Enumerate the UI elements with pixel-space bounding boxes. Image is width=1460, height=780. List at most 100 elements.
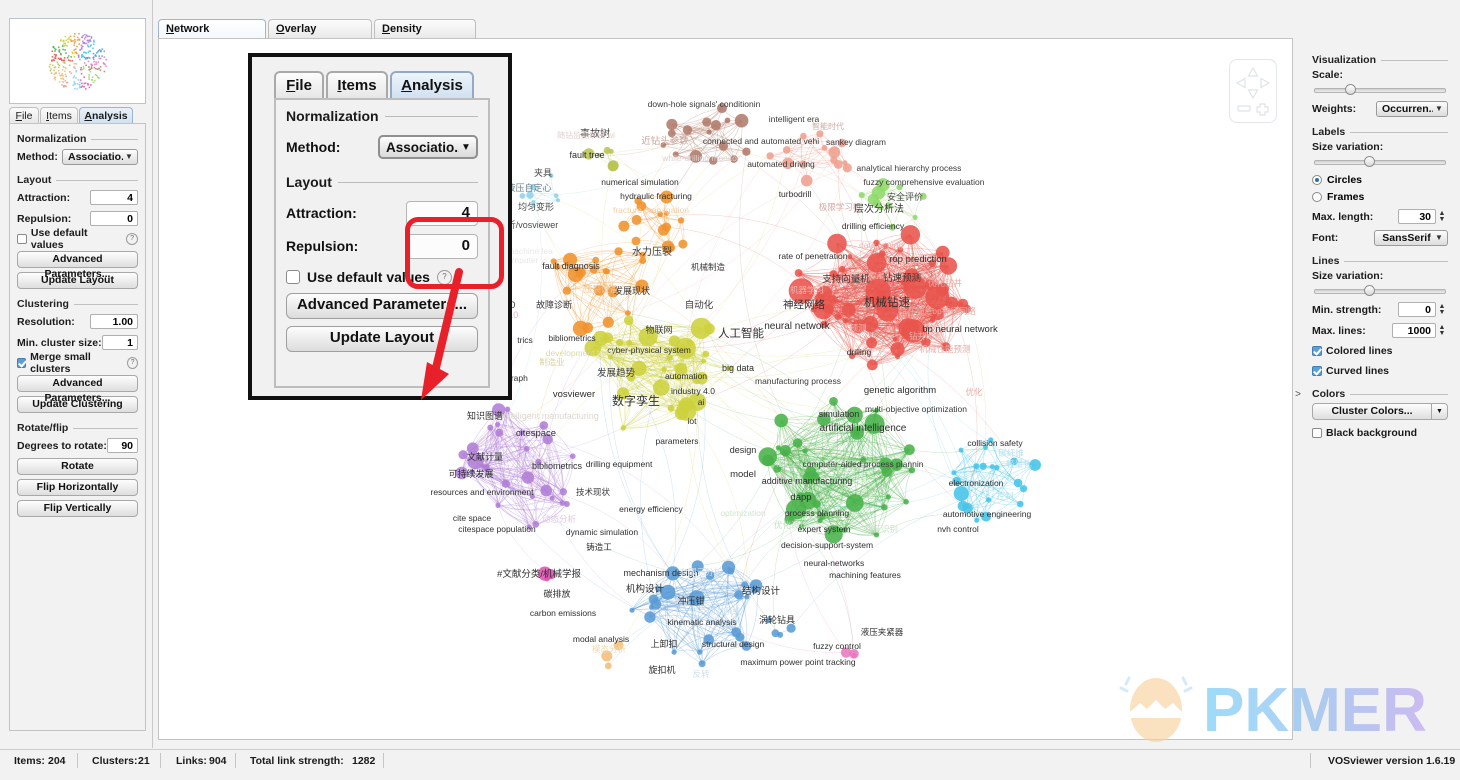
resolution-input[interactable]: 1.00 bbox=[90, 314, 138, 329]
min-cluster-size-input[interactable]: 1 bbox=[101, 335, 138, 350]
row-black-background[interactable]: Black background bbox=[1312, 425, 1448, 441]
tab-network-visualization[interactable]: Network Visualization bbox=[158, 19, 266, 53]
map-node[interactable] bbox=[667, 404, 675, 412]
lines-size-variation-slider[interactable] bbox=[1312, 284, 1448, 296]
map-node[interactable] bbox=[631, 236, 641, 246]
map-node[interactable] bbox=[629, 607, 635, 613]
slider-knob[interactable] bbox=[1364, 285, 1375, 296]
map-node[interactable] bbox=[761, 454, 774, 467]
colored-lines-checkbox[interactable] bbox=[1312, 346, 1322, 356]
map-node[interactable] bbox=[618, 220, 630, 232]
map-node[interactable] bbox=[666, 118, 678, 131]
map-node[interactable] bbox=[603, 146, 611, 155]
map-node[interactable] bbox=[781, 449, 788, 457]
map-node[interactable] bbox=[495, 428, 504, 437]
map-node[interactable] bbox=[858, 192, 865, 199]
row-circles[interactable]: Circles bbox=[1312, 172, 1448, 187]
row-curved-lines[interactable]: Curved lines bbox=[1312, 363, 1448, 379]
map-node[interactable] bbox=[604, 662, 612, 670]
flip-horizontally-button[interactable]: Flip Horizontally bbox=[17, 479, 138, 496]
panel-splitter-expand-button[interactable]: > bbox=[1294, 388, 1302, 402]
map-node[interactable] bbox=[794, 269, 803, 277]
map-node[interactable] bbox=[842, 160, 848, 166]
map-node[interactable] bbox=[604, 268, 610, 275]
map-node[interactable] bbox=[549, 495, 555, 501]
map-node[interactable] bbox=[841, 303, 856, 317]
repulsion-input[interactable]: 0 bbox=[90, 211, 138, 226]
tab-items[interactable]: Items bbox=[40, 107, 78, 124]
map-node[interactable] bbox=[563, 501, 570, 507]
max-lines-input[interactable]: 1000 bbox=[1392, 323, 1436, 338]
scale-slider[interactable] bbox=[1312, 83, 1448, 95]
normalization-method-select[interactable]: Associatio... ▼ bbox=[62, 148, 138, 165]
map-node[interactable] bbox=[706, 129, 712, 135]
weights-select[interactable]: Occurren... ▼ bbox=[1376, 100, 1448, 117]
callout-use-default-values-checkbox[interactable] bbox=[286, 270, 300, 284]
layout-advanced-parameters-button[interactable]: Advanced Parameters... bbox=[17, 251, 138, 280]
max-length-input[interactable]: 30 bbox=[1398, 209, 1436, 224]
map-node[interactable] bbox=[792, 438, 803, 448]
black-background-checkbox[interactable] bbox=[1312, 428, 1322, 438]
map-node[interactable] bbox=[710, 120, 722, 131]
map-node[interactable] bbox=[904, 444, 915, 456]
cluster-colors-button[interactable]: Cluster Colors... bbox=[1312, 403, 1432, 420]
map-node[interactable] bbox=[650, 598, 662, 610]
row-colored-lines[interactable]: Colored lines bbox=[1312, 343, 1448, 359]
map-node[interactable] bbox=[554, 193, 559, 198]
map-node[interactable] bbox=[828, 146, 841, 159]
map-node[interactable] bbox=[666, 354, 673, 361]
slider-knob[interactable] bbox=[1345, 84, 1356, 95]
tab-file[interactable]: FFileile bbox=[9, 107, 39, 124]
map-node[interactable] bbox=[602, 316, 614, 328]
map-node[interactable] bbox=[644, 611, 656, 623]
map-node[interactable] bbox=[802, 448, 808, 454]
map-node[interactable] bbox=[562, 286, 572, 295]
map-node[interactable] bbox=[495, 421, 501, 427]
map-node[interactable] bbox=[812, 500, 821, 508]
map-node[interactable] bbox=[678, 239, 688, 249]
rotate-button[interactable]: Rotate bbox=[17, 458, 138, 475]
map-node[interactable] bbox=[885, 494, 891, 500]
map-node[interactable] bbox=[912, 214, 918, 220]
help-icon[interactable]: ? bbox=[126, 233, 138, 245]
map-node[interactable] bbox=[866, 252, 887, 273]
min-strength-stepper[interactable]: ▲ ▼ bbox=[1436, 302, 1448, 317]
map-node[interactable] bbox=[1013, 478, 1023, 488]
map-node[interactable] bbox=[540, 484, 552, 497]
map-node[interactable] bbox=[697, 649, 703, 655]
map-node[interactable] bbox=[519, 193, 526, 199]
map-node[interactable] bbox=[674, 406, 689, 420]
map-node[interactable] bbox=[847, 254, 853, 260]
font-select[interactable]: SansSerif ▼ bbox=[1374, 229, 1448, 246]
max-lines-stepper[interactable]: ▲ ▼ bbox=[1436, 323, 1448, 338]
callout-tab-analysis[interactable]: Analysis bbox=[390, 71, 474, 99]
map-node[interactable] bbox=[698, 660, 706, 668]
map-node[interactable] bbox=[953, 486, 969, 502]
map-node[interactable] bbox=[800, 174, 813, 187]
map-node[interactable] bbox=[842, 318, 848, 324]
map-node[interactable] bbox=[985, 497, 992, 503]
merge-small-clusters-checkbox[interactable] bbox=[17, 358, 27, 368]
map-node[interactable] bbox=[958, 447, 964, 453]
map-node[interactable] bbox=[602, 332, 614, 344]
cluster-colors-dropdown-arrow[interactable]: ▼ bbox=[1432, 403, 1448, 420]
tab-analysis[interactable]: Analysis bbox=[79, 107, 133, 124]
map-node[interactable] bbox=[878, 289, 886, 298]
map-node[interactable] bbox=[701, 358, 707, 364]
callout-normalization-method-select[interactable]: Associatio... ▼ bbox=[378, 135, 478, 159]
tab-density-visualization[interactable]: Density Visualization bbox=[374, 19, 476, 53]
map-node[interactable] bbox=[671, 649, 677, 655]
map-node[interactable] bbox=[892, 336, 898, 342]
frames-radio[interactable] bbox=[1312, 191, 1322, 202]
tab-overlay-visualization[interactable]: Overlay Visualization bbox=[268, 19, 372, 53]
map-node[interactable] bbox=[903, 499, 909, 505]
map-node[interactable] bbox=[607, 160, 619, 172]
map-node[interactable] bbox=[834, 313, 842, 321]
cluster-colors-split-button[interactable]: Cluster Colors... ▼ bbox=[1312, 403, 1448, 420]
map-node[interactable] bbox=[703, 323, 715, 335]
map-node[interactable] bbox=[1017, 500, 1024, 508]
map-node[interactable] bbox=[895, 354, 900, 360]
update-clustering-button[interactable]: Update Clustering bbox=[17, 396, 138, 413]
map-node[interactable] bbox=[570, 453, 576, 460]
map-node[interactable] bbox=[838, 265, 846, 273]
